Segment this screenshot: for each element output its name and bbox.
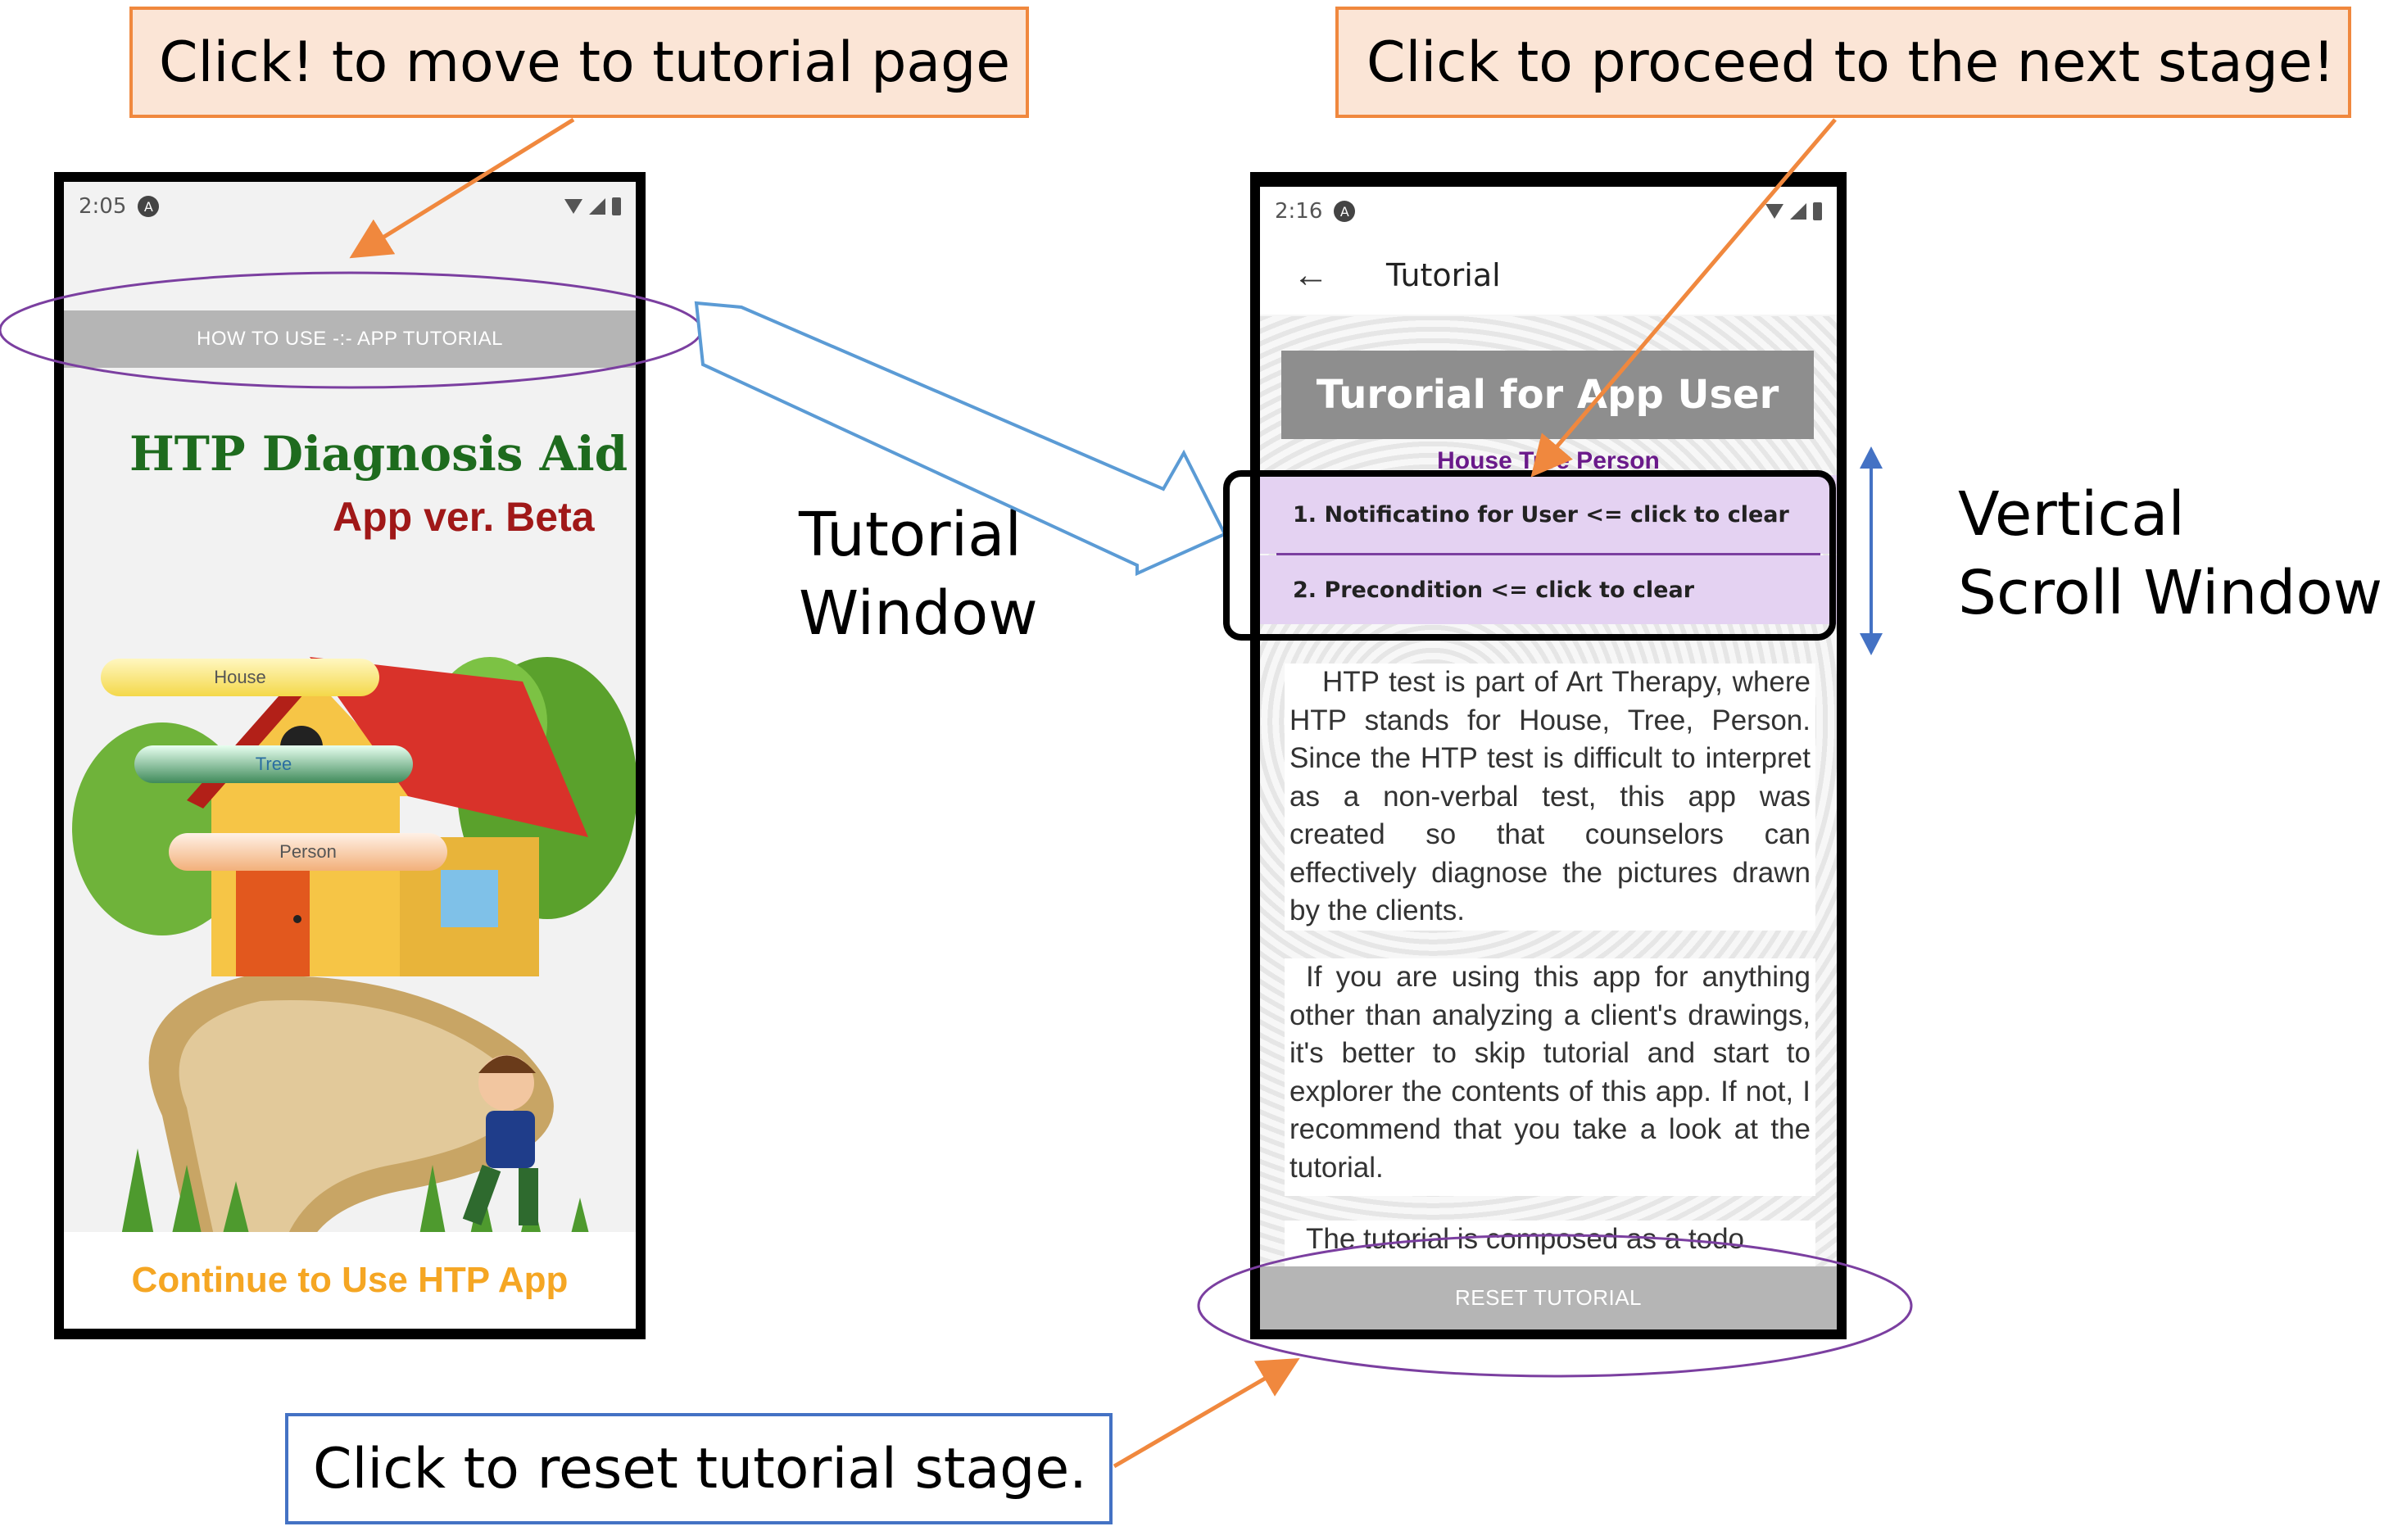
highlight-tutorial-button — [0, 271, 703, 389]
arrow-tutorial-callout — [349, 117, 575, 259]
arrow-to-tutorial-window — [694, 301, 1227, 577]
scroll-arrow-up-icon — [1860, 446, 1883, 469]
scroll-arrow-down-icon — [1860, 633, 1883, 655]
highlight-reset-button — [1197, 1234, 1913, 1378]
arrow-reset-callout — [1113, 1357, 1300, 1469]
arrow-next-stage-callout — [1530, 118, 1837, 478]
annotation-overlay — [0, 117, 1913, 1469]
highlight-todo-window — [1223, 470, 1836, 641]
